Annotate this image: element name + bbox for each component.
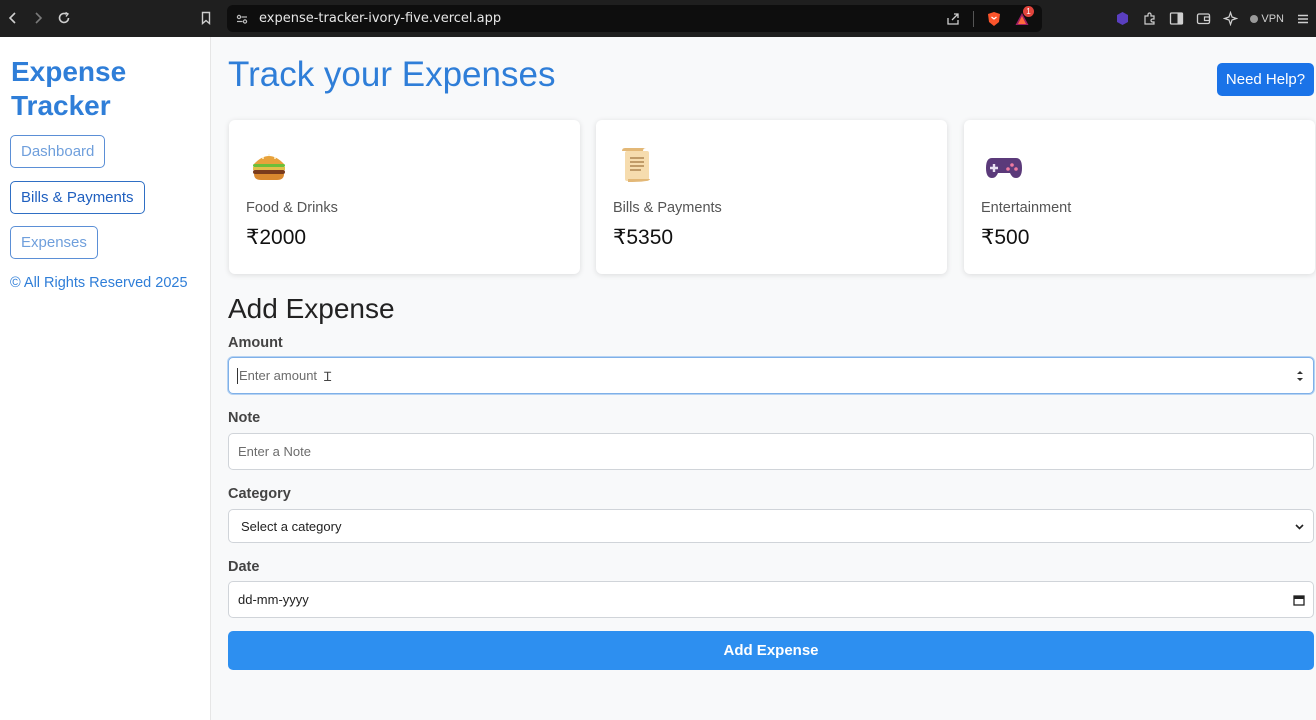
category-selected-value: Select a category xyxy=(241,518,342,534)
sidebar: Expense Tracker Dashboard Bills & Paymen… xyxy=(0,37,211,720)
chevron-down-icon xyxy=(1294,510,1305,542)
divider xyxy=(973,10,974,27)
card-label: Entertainment xyxy=(981,200,1072,216)
brave-shield-icon[interactable] xyxy=(986,11,1002,27)
amount-placeholder: Enter amount xyxy=(239,368,318,383)
wallet-icon[interactable] xyxy=(1196,11,1211,26)
copyright-text: © All Rights Reserved 2025 xyxy=(10,275,188,291)
forward-icon[interactable] xyxy=(25,5,51,31)
vpn-status-icon xyxy=(1250,14,1259,23)
amount-input[interactable]: Enter amount Ɪ xyxy=(228,357,1314,394)
page-title: Track your Expenses xyxy=(228,55,556,94)
add-expense-button[interactable]: Add Expense xyxy=(228,631,1314,670)
number-spinner-icon[interactable] xyxy=(1295,358,1305,393)
card-amount: ₹2000 xyxy=(246,226,307,249)
burger-icon xyxy=(253,154,285,180)
main-content: Track your Expenses Need Help? Food & Dr… xyxy=(212,37,1316,720)
date-input[interactable]: dd-mm-yyyy xyxy=(228,581,1314,618)
card-amount: ₹5350 xyxy=(613,226,674,249)
summary-card-bills-payments: Bills & Payments ₹5350 xyxy=(596,120,947,274)
sidebar-item-expenses[interactable]: Expenses xyxy=(10,226,98,259)
url-text: expense-tracker-ivory-five.vercel.app xyxy=(259,11,502,26)
browser-toolbar: expense-tracker-ivory-five.vercel.app 1 … xyxy=(0,0,1316,37)
date-label: Date xyxy=(228,559,260,575)
sidebar-item-bills-payments[interactable]: Bills & Payments xyxy=(10,181,145,214)
vpn-label: VPN xyxy=(1261,12,1284,25)
text-caret xyxy=(237,367,238,384)
note-placeholder: Enter a Note xyxy=(238,444,311,459)
gamepad-icon xyxy=(986,158,1022,178)
text-cursor-icon: Ɪ xyxy=(324,368,332,384)
summary-card-food-drinks: Food & Drinks ₹2000 xyxy=(229,120,580,274)
brand-title: Expense Tracker xyxy=(11,56,127,121)
vpn-button[interactable]: VPN xyxy=(1250,13,1284,25)
add-expense-heading: Add Expense xyxy=(228,293,395,324)
back-icon[interactable] xyxy=(0,5,26,31)
sidebar-toggle-icon[interactable] xyxy=(1169,11,1184,26)
wallet-extension-icon[interactable] xyxy=(1115,11,1130,26)
note-label: Note xyxy=(228,410,261,426)
site-settings-icon[interactable] xyxy=(235,12,249,26)
brave-rewards-icon[interactable]: 1 xyxy=(1014,5,1034,27)
sidebar-item-dashboard[interactable]: Dashboard xyxy=(10,135,106,168)
extensions-icon[interactable] xyxy=(1142,11,1157,26)
card-label: Food & Drinks xyxy=(246,200,338,216)
scroll-icon xyxy=(622,148,650,182)
reload-icon[interactable] xyxy=(51,5,77,31)
date-value: dd-mm-yyyy xyxy=(238,592,309,607)
card-amount: ₹500 xyxy=(981,226,1030,249)
leo-ai-icon[interactable] xyxy=(1223,11,1239,26)
amount-label: Amount xyxy=(228,335,283,351)
calendar-icon[interactable] xyxy=(1293,582,1305,617)
category-label: Category xyxy=(228,486,291,502)
menu-icon[interactable] xyxy=(1296,12,1310,26)
summary-card-entertainment: Entertainment ₹500 xyxy=(964,120,1315,274)
share-icon[interactable] xyxy=(946,11,961,26)
address-bar[interactable]: expense-tracker-ivory-five.vercel.app 1 xyxy=(227,5,1042,32)
rewards-badge: 1 xyxy=(1023,5,1034,17)
need-help-button[interactable]: Need Help? xyxy=(1217,63,1314,96)
bookmark-icon[interactable] xyxy=(193,5,219,31)
note-input[interactable]: Enter a Note xyxy=(228,433,1314,470)
category-select[interactable]: Select a category xyxy=(228,509,1314,543)
card-label: Bills & Payments xyxy=(613,200,722,216)
